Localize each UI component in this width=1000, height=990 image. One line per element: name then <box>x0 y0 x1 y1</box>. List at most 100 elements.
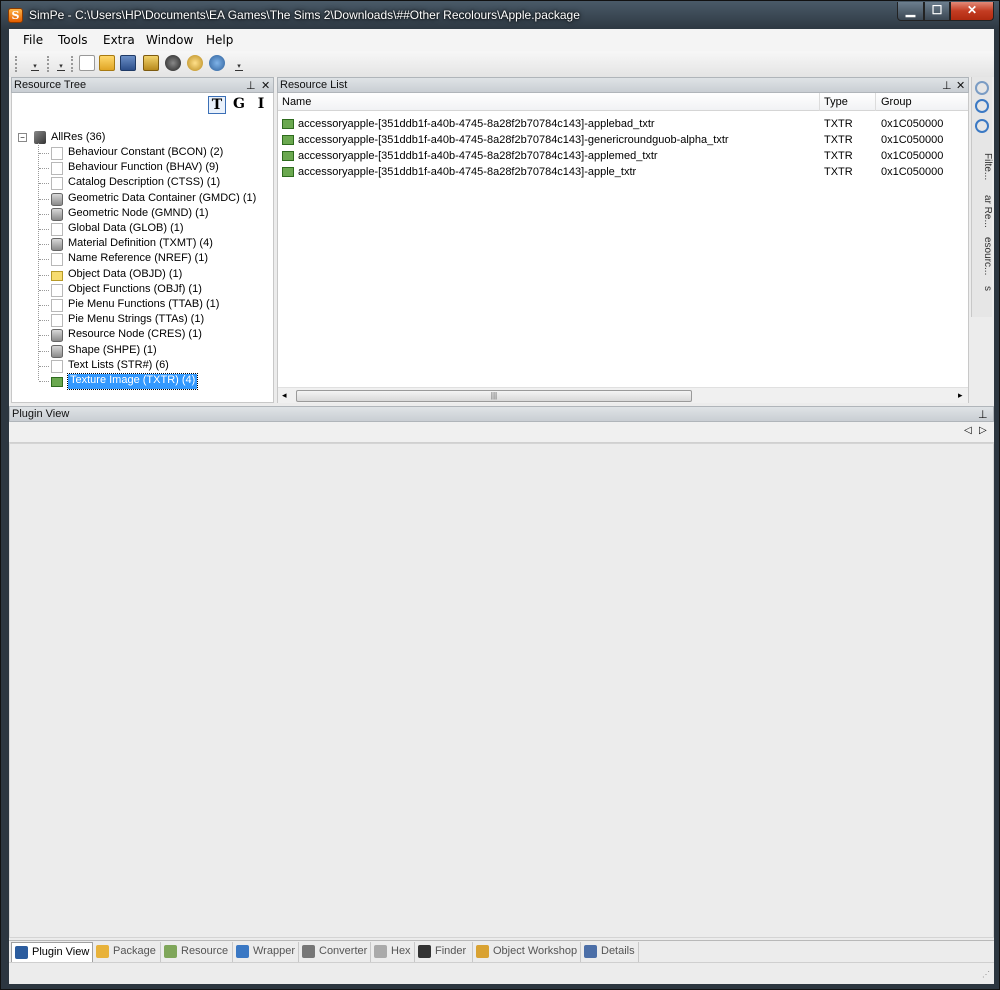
resource-type-file-icon <box>51 314 63 328</box>
resource-tree[interactable]: T G I − AllRes (36) Behaviour Constant (… <box>11 93 274 403</box>
tree-root-allres[interactable]: AllRes (36) <box>51 131 105 146</box>
close-window-button[interactable]: ✕ <box>950 2 994 21</box>
menu-extra[interactable]: Extra <box>103 33 135 47</box>
save-icon[interactable] <box>120 55 136 71</box>
tab-object-workshop[interactable]: Object Workshop <box>473 942 581 962</box>
object-workshop-icon <box>476 945 489 958</box>
tab-finder[interactable]: Finder <box>415 942 473 962</box>
tree-item[interactable]: Geometric Node (GMND) (1) <box>68 207 209 222</box>
resize-grip[interactable]: ⋰ <box>982 971 992 982</box>
users-icon[interactable] <box>187 55 203 71</box>
tree-item[interactable]: Resource Node (CRES) (1) <box>68 328 202 343</box>
resource-type-file-icon <box>51 223 63 236</box>
tree-connector <box>39 229 49 230</box>
hex-icon <box>374 945 387 958</box>
toolbar-overflow-dropdown[interactable]: ▾ <box>31 63 39 71</box>
toolbar-overflow-dropdown[interactable]: ▾ <box>235 63 243 71</box>
tab-label: Resource <box>181 945 229 957</box>
pin-icon[interactable]: ⊥ <box>246 79 256 93</box>
tree-item[interactable]: Pie Menu Functions (TTAB) (1) <box>68 298 219 313</box>
tab-resource[interactable]: Resource <box>161 942 233 962</box>
side-tab-filter[interactable]: Filte... <box>972 147 993 187</box>
nav-right-arrow[interactable]: ▷ <box>979 425 987 436</box>
list-row[interactable]: accessoryapple-[351ddb1f-a40b-4745-8a28f… <box>278 165 968 181</box>
tab-details[interactable]: Details <box>581 942 639 962</box>
tab-hex[interactable]: Hex <box>371 942 415 962</box>
close-icon[interactable]: ✕ <box>261 79 270 93</box>
tree-item[interactable]: Pie Menu Strings (TTAs) (1) <box>68 313 204 328</box>
column-separator[interactable] <box>875 93 876 111</box>
menu-help[interactable]: Help <box>206 33 233 47</box>
tree-item[interactable]: Behaviour Function (BHAV) (9) <box>68 161 219 176</box>
scroll-right-arrow[interactable]: ▸ <box>958 390 963 401</box>
tab-converter[interactable]: Converter <box>299 942 371 962</box>
search-icon[interactable] <box>975 119 989 133</box>
side-tab-search-resources[interactable]: ar Re... <box>972 192 993 230</box>
search-icon[interactable] <box>975 81 989 95</box>
new-icon[interactable] <box>79 55 95 71</box>
nav-left-arrow[interactable]: ◁ <box>964 425 972 436</box>
menu-window[interactable]: Window <box>146 33 193 47</box>
side-tab-resources[interactable]: esourc... <box>972 234 993 278</box>
open-icon[interactable] <box>99 55 115 71</box>
maximize-button[interactable]: ☐ <box>924 2 950 21</box>
resource-list[interactable]: Name Type Group accessoryapple-[351ddb1f… <box>277 93 969 403</box>
minimize-button[interactable]: ▁ <box>897 2 924 21</box>
tree-item[interactable]: Name Reference (NREF) (1) <box>68 252 208 267</box>
tree-item[interactable]: Shape (SHPE) (1) <box>68 344 157 359</box>
tree-item[interactable]: Behaviour Constant (BCON) (2) <box>68 146 223 161</box>
save-as-icon[interactable] <box>143 55 159 71</box>
tree-item[interactable]: Catalog Description (CTSS) (1) <box>68 176 220 191</box>
toolbar-grip[interactable] <box>15 56 18 72</box>
title-bar[interactable]: S SimPe - C:\Users\HP\Documents\EA Games… <box>1 1 1000 29</box>
tree-connector <box>39 198 49 200</box>
column-type-header[interactable]: Type <box>824 96 848 108</box>
menu-tools[interactable]: Tools <box>58 33 88 47</box>
tree-connector <box>39 274 49 276</box>
menu-bar: File Tools Extra Window Help <box>9 29 994 51</box>
close-file-icon[interactable] <box>165 55 181 71</box>
resource-type-file-icon <box>51 177 63 191</box>
tree-item[interactable]: Object Data (OBJD) (1) <box>68 268 182 283</box>
toolbar-grip[interactable] <box>71 56 74 72</box>
close-icon[interactable]: ✕ <box>956 79 965 93</box>
resource-type-db-icon <box>51 329 63 343</box>
tree-item[interactable]: Texture Image (TXTR) (4) <box>66 373 199 390</box>
resource-type-file-icon <box>51 147 63 160</box>
tab-wrapper[interactable]: Wrapper <box>233 942 299 962</box>
list-row[interactable]: accessoryapple-[351ddb1f-a40b-4745-8a28f… <box>278 149 968 165</box>
tree-item[interactable]: Text Lists (STR#) (6) <box>68 359 169 374</box>
column-group-header[interactable]: Group <box>881 96 912 108</box>
tab-label: Object Workshop <box>493 945 578 957</box>
toolbar-grip[interactable] <box>47 56 50 72</box>
tree-item[interactable]: Global Data (GLOB) (1) <box>68 222 184 237</box>
tree-item[interactable]: Geometric Data Container (GMDC) (1) <box>68 192 256 207</box>
tree-mode-group-button[interactable]: G <box>230 96 248 114</box>
scroll-thumb[interactable]: ||| <box>296 390 692 402</box>
toolbar-overflow-dropdown[interactable]: ▾ <box>57 63 65 71</box>
column-separator[interactable] <box>819 93 820 111</box>
menu-file[interactable]: File <box>23 33 43 47</box>
side-tab-more[interactable]: s <box>972 282 993 294</box>
tree-item[interactable]: Material Definition (TXMT) (4) <box>68 237 213 252</box>
column-name-header[interactable]: Name <box>282 96 311 108</box>
tab-plugin-view[interactable]: Plugin View <box>11 942 93 962</box>
tree-collapse-toggle[interactable]: − <box>18 133 27 142</box>
tab-package[interactable]: Package <box>93 942 161 962</box>
plugin-view-header: Plugin View ⊥ <box>9 406 994 422</box>
simpe-app-icon[interactable]: S <box>8 8 23 23</box>
resource-type-file-icon <box>51 299 63 312</box>
scroll-left-arrow[interactable]: ◂ <box>282 390 287 401</box>
pin-icon[interactable]: ⊥ <box>942 79 952 93</box>
tree-item[interactable]: Object Functions (OBJf) (1) <box>68 283 202 298</box>
tree-mode-instance-button[interactable]: I <box>252 96 270 114</box>
pin-icon[interactable]: ⊥ <box>978 408 988 422</box>
tree-mode-type-button[interactable]: T <box>208 96 226 114</box>
cell-name: accessoryapple-[351ddb1f-a40b-4745-8a28f… <box>298 166 637 178</box>
cell-name: accessoryapple-[351ddb1f-a40b-4745-8a28f… <box>298 134 729 146</box>
list-row[interactable]: accessoryapple-[351ddb1f-a40b-4745-8a28f… <box>278 133 968 149</box>
list-row[interactable]: accessoryapple-[351ddb1f-a40b-4745-8a28f… <box>278 117 968 133</box>
search-icon[interactable] <box>975 99 989 113</box>
search-delete-icon[interactable] <box>209 55 225 71</box>
horizontal-scrollbar[interactable]: ◂ ||| ▸ <box>278 387 968 403</box>
